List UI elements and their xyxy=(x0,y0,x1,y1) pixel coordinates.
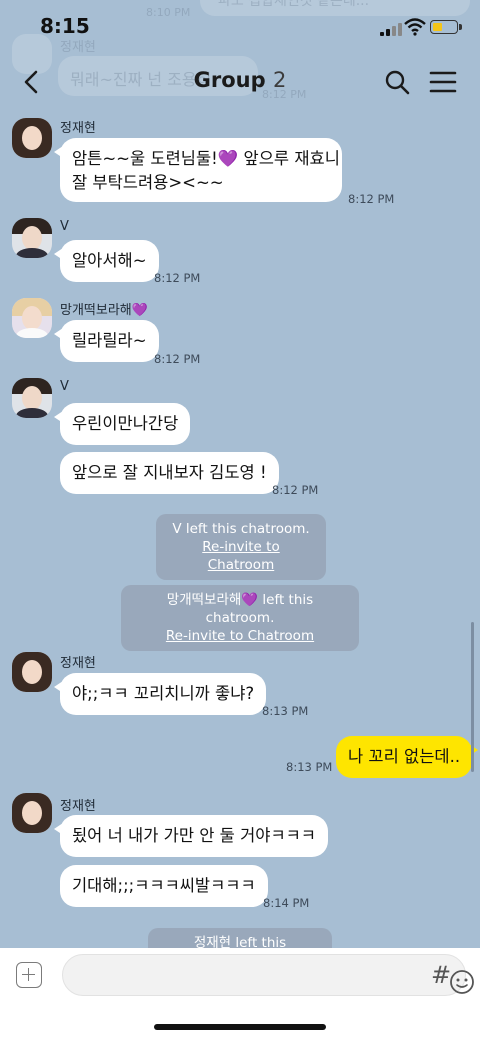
message-bubble[interactable]: 기대해;;;ㅋㅋㅋ씨발ㅋㅋㅋ xyxy=(60,865,268,907)
message-time: 8:14 PM xyxy=(263,896,310,910)
avatar-jaehyun[interactable] xyxy=(12,652,52,692)
message-bubble[interactable]: 알아서해~ xyxy=(54,240,159,282)
message-input[interactable]: # xyxy=(62,954,474,996)
battery-cap xyxy=(459,24,462,30)
my-message-bubble[interactable]: 나 꼬리 없는데.. xyxy=(336,736,479,778)
reinvite-link[interactable]: Re-invite to Chatroom xyxy=(133,627,347,645)
plus-icon[interactable] xyxy=(16,962,42,988)
avatar-mangae[interactable] xyxy=(12,298,52,338)
ghost-top-text: 파도 집합새인것 같은데... xyxy=(218,0,370,9)
avatar-v[interactable] xyxy=(12,378,52,418)
message-bubble[interactable]: 암튼~~울 도련님둘!💜 앞으루 재효니 잘 부탁드려용><~~ xyxy=(54,138,342,202)
sender-name: 정재현 xyxy=(60,799,96,814)
ghost-small-time: 8:10 PM xyxy=(146,6,191,19)
message-bubble[interactable]: 앞으로 잘 지내보자 김도영 ! xyxy=(60,452,279,494)
avatar-v[interactable] xyxy=(12,218,52,258)
notice-text: 망개떡보라해💜 left this chatroom. xyxy=(166,592,314,626)
message-time: 8:12 PM xyxy=(154,271,201,285)
status-time: 8:15 xyxy=(40,14,90,38)
home-indicator[interactable] xyxy=(154,1024,326,1030)
sender-name: 정재현 xyxy=(60,121,96,136)
search-icon[interactable] xyxy=(383,68,411,96)
message-text-line: 잘 부탁드려용><~~ xyxy=(72,173,224,192)
sender-name: 망개떡보라해💜 xyxy=(60,303,148,318)
avatar-jaehyun[interactable] xyxy=(12,793,52,833)
sender-name: V xyxy=(60,379,69,394)
system-notice: V left this chatroom. Re-invite to Chatr… xyxy=(156,514,326,580)
notice-text: V left this chatroom. xyxy=(172,521,310,537)
message-time: 8:12 PM xyxy=(272,483,319,497)
message-text-line: 암튼~~울 도련님둘!💜 앞으루 재효니 xyxy=(72,149,340,168)
avatar-jaehyun[interactable] xyxy=(12,118,52,158)
message-time: 8:13 PM xyxy=(286,760,333,774)
menu-icon[interactable] xyxy=(428,70,458,94)
battery-icon xyxy=(430,20,458,34)
message-bubble[interactable]: 야;;ㅋㅋ 꼬리치니까 좋냐? xyxy=(53,673,267,715)
system-notice: 망개떡보라해💜 left this chatroom. Re-invite to… xyxy=(121,585,359,651)
wifi-icon xyxy=(404,18,426,36)
message-bubble[interactable]: 우린이만나간당 xyxy=(53,403,191,445)
message-time: 8:12 PM xyxy=(154,352,201,366)
message-bubble[interactable]: 됬어 너 내가 가만 안 둘 거야ㅋㅋㅋ xyxy=(54,815,328,857)
scrollbar[interactable] xyxy=(471,622,474,772)
message-bubble[interactable]: 릴라릴라~ xyxy=(54,320,159,362)
sender-name: V xyxy=(60,219,69,234)
chat-title-text: Group xyxy=(193,68,266,92)
hash-icon[interactable]: # xyxy=(431,961,451,989)
chat-header: Group 2 xyxy=(0,50,480,112)
emoji-icon[interactable] xyxy=(449,969,475,995)
message-time: 8:13 PM xyxy=(262,704,309,718)
signal-icon xyxy=(380,22,404,36)
sender-name: 정재현 xyxy=(60,656,96,671)
message-time: 8:12 PM xyxy=(348,192,395,206)
reinvite-link[interactable]: Re-invite to Chatroom xyxy=(168,538,314,574)
member-count: 2 xyxy=(272,68,287,92)
